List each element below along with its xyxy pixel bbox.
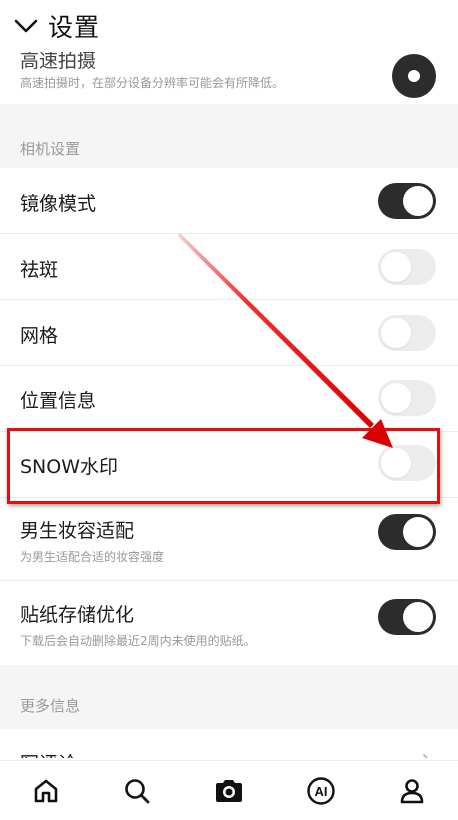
blemish-toggle[interactable] — [378, 249, 436, 285]
row-subtitle: 高速拍摄时，在部分设备分辨率可能会有所降低。 — [20, 76, 285, 90]
section-title: 更多信息 — [20, 697, 81, 715]
settings-row-male-makeup[interactable]: 男生妆容适配 为男生适配合适的妆容强度 — [0, 498, 458, 580]
mirror-mode-toggle[interactable] — [378, 183, 436, 219]
camera-icon — [215, 779, 242, 802]
row-label: 写评论 — [20, 749, 77, 758]
home-icon — [34, 779, 58, 802]
settings-row-mirror-mode[interactable]: 镜像模式 — [0, 168, 458, 233]
high-speed-toggle[interactable] — [392, 54, 436, 98]
tab-ai[interactable]: AI — [296, 766, 346, 816]
male-makeup-toggle[interactable] — [378, 514, 436, 550]
sticker-storage-toggle[interactable] — [378, 599, 436, 635]
profile-icon — [400, 778, 424, 803]
toggle-knob — [381, 318, 411, 348]
settings-row-grid[interactable]: 网格 — [0, 300, 458, 365]
location-toggle[interactable] — [378, 380, 436, 416]
row-label: 网格 — [20, 325, 59, 347]
toggle-knob — [381, 252, 411, 282]
row-label: 镜像模式 — [20, 193, 97, 215]
tab-camera[interactable] — [204, 766, 254, 816]
tab-profile[interactable] — [387, 766, 437, 816]
ai-icon: AI — [306, 776, 335, 805]
bottom-tab-bar: AI — [0, 760, 458, 820]
toggle-knob — [403, 602, 433, 632]
toggle-knob — [403, 186, 433, 216]
settings-row-blemish[interactable]: 祛斑 — [0, 234, 458, 299]
row-subtitle: 下载后会自动删除最近2周内未使用的贴纸。 — [20, 634, 256, 648]
top-header: 设置 — [0, 0, 458, 52]
annotation-highlight-box — [7, 428, 440, 504]
row-label: 男生妆容适配 — [20, 520, 135, 542]
section-title: 相机设置 — [20, 140, 81, 158]
section-camera-settings: 相机设置 — [0, 104, 458, 168]
settings-row-write-review[interactable]: 写评论 — [0, 729, 458, 758]
row-label: 位置信息 — [20, 390, 97, 412]
section-more-info: 更多信息 — [0, 665, 458, 729]
settings-row-location[interactable]: 位置信息 — [0, 366, 458, 431]
toggle-knob — [381, 383, 411, 413]
settings-scroll-area[interactable]: 高速拍摄 高速拍摄时，在部分设备分辨率可能会有所降低。 相机设置 镜像模式 祛斑… — [0, 0, 458, 758]
row-subtitle: 为男生适配合适的妆容强度 — [20, 550, 165, 564]
ai-icon-label: AI — [314, 784, 327, 799]
toggle-knob — [408, 70, 420, 82]
back-button[interactable] — [6, 0, 46, 52]
settings-row-sticker-storage[interactable]: 贴纸存储优化 下载后会自动删除最近2周内未使用的贴纸。 — [0, 581, 458, 665]
search-icon — [125, 778, 150, 803]
row-label: 祛斑 — [20, 259, 59, 281]
tab-search[interactable] — [112, 766, 162, 816]
tab-home[interactable] — [21, 766, 71, 816]
page-title: 设置 — [48, 13, 101, 42]
chevron-right-icon — [423, 754, 429, 758]
grid-toggle[interactable] — [378, 315, 436, 351]
row-label: 贴纸存储优化 — [20, 604, 135, 626]
chevron-down-icon — [14, 19, 38, 33]
toggle-knob — [403, 517, 433, 547]
